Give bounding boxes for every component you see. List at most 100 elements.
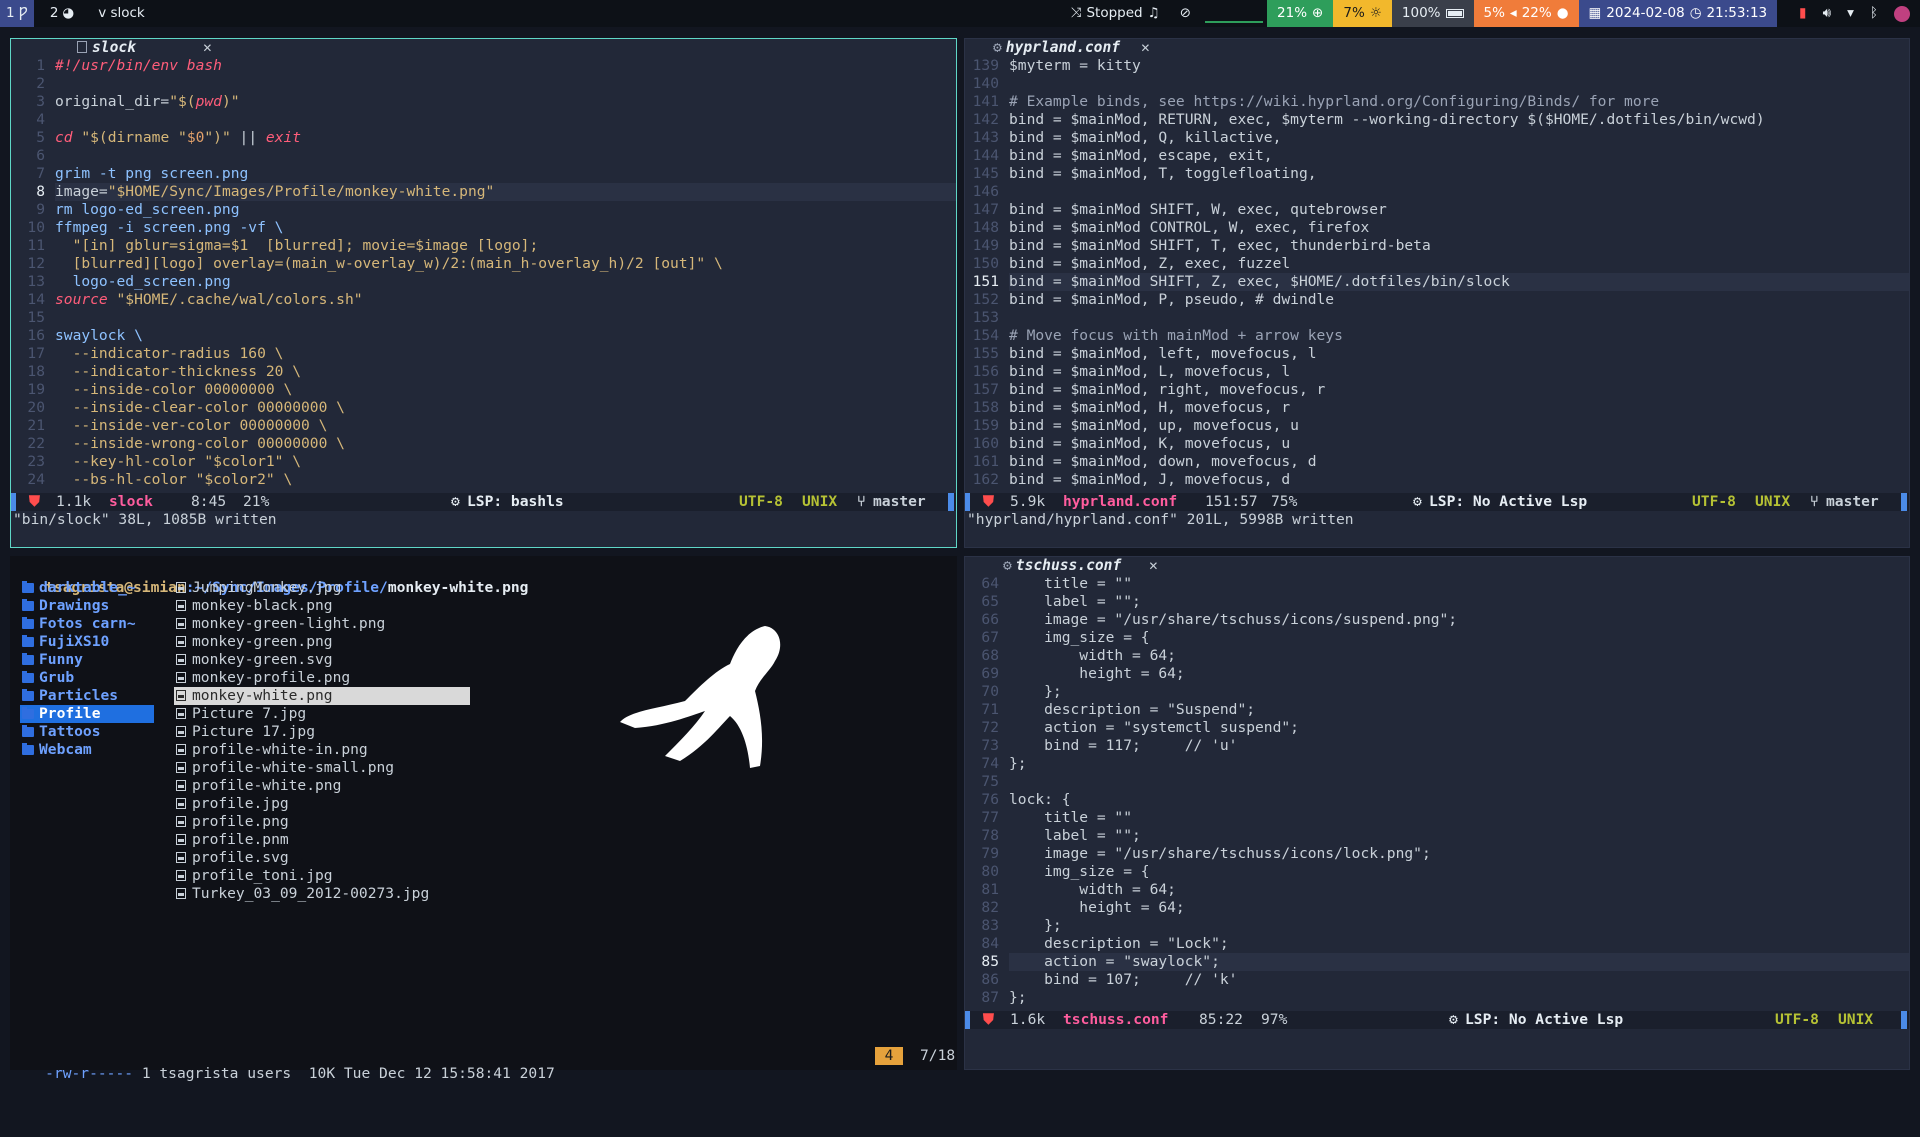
code-token: "$(dirname " <box>72 129 187 146</box>
file-manager-window[interactable]: tsagrista@simian:~/Sync/Images/Profile/m… <box>10 556 957 1082</box>
volume-module[interactable]: 5% ◂ 22% ● <box>1473 0 1579 27</box>
status-right-marker <box>1901 1011 1907 1029</box>
line-text: lock: { <box>1009 791 1909 809</box>
workspace-2-button[interactable]: 2 ◕ <box>44 0 80 27</box>
file-item[interactable]: Picture 17.jpg <box>174 723 470 741</box>
file-item[interactable]: profile-white.png <box>174 777 470 795</box>
app-tray-icon[interactable] <box>1894 5 1910 22</box>
code-area[interactable]: 139 $myterm = kitty 140 141 # Example binds,… <box>965 57 1909 489</box>
code-token: || <box>239 129 266 146</box>
image-file-icon <box>176 852 186 863</box>
file-item[interactable]: monkey-green.png <box>174 633 470 651</box>
status-position: 85:22 <box>1199 1011 1243 1028</box>
code-token: ")" <box>204 129 240 146</box>
directory-item[interactable]: Profile <box>20 705 154 723</box>
file-item[interactable]: profile.pnm <box>174 831 470 849</box>
line-number: 154 <box>972 327 999 344</box>
editor-window-slock[interactable]: slock ✕ 1 #!/usr/bin/env bash 2 3 original_d… <box>10 38 957 548</box>
speaker-volume-icon[interactable]: 🔊︎ <box>1823 0 1832 27</box>
editor-window-hyprland[interactable]: ⚙ hyprland.conf ✕ 139 $myterm = kitty 140 14… <box>964 38 1910 548</box>
directory-item[interactable]: Drawings <box>20 597 154 615</box>
status-line: ⛊ 1.6k tschuss.conf 85:22 97% ⚙ LSP: No … <box>965 1011 1909 1029</box>
file-item[interactable]: profile.svg <box>174 849 470 867</box>
close-icon[interactable]: ✕ <box>203 39 212 57</box>
line-number: 17 <box>27 345 45 362</box>
thermometer-icon[interactable]: ▮ <box>1799 0 1806 27</box>
code-line: 3 original_dir="$(pwd)" <box>11 93 956 111</box>
code-token: action = "swaylock"; <box>1009 953 1220 970</box>
wifi-icon[interactable]: ▾ <box>1847 0 1854 27</box>
code-token: bind = $mainMod, K, movefocus, u <box>1009 435 1291 452</box>
close-icon[interactable]: ✕ <box>1149 557 1158 575</box>
directory-item[interactable]: Fotos carn~ <box>20 615 154 633</box>
cpu-graph <box>1201 0 1267 27</box>
line-text: width = 64; <box>1009 881 1909 899</box>
line-number: 11 <box>27 237 45 254</box>
media-status-text: Stopped <box>1086 5 1143 21</box>
gear-icon: ⚙ <box>993 39 1002 56</box>
code-token: bind = $mainMod, T, togglefloating, <box>1009 165 1317 182</box>
cpu-value: 21% <box>1277 5 1308 21</box>
line-number: 85 <box>981 953 999 970</box>
directory-item[interactable]: FujiXS10 <box>20 633 154 651</box>
file-item[interactable]: monkey-white.png <box>174 687 470 705</box>
line-text: bind = $mainMod, J, movefocus, d <box>1009 471 1909 489</box>
code-token: bind = $mainMod, right, movefocus, r <box>1009 381 1326 398</box>
file-item[interactable]: monkey-black.png <box>174 597 470 615</box>
directory-item[interactable]: Tattoos <box>20 723 154 741</box>
file-item[interactable]: profile.jpg <box>174 795 470 813</box>
directory-label: FujiXS10 <box>39 633 110 650</box>
code-token: --bs-hl-color "$color2" \ <box>55 471 293 488</box>
code-token: image = "/usr/share/tschuss/icons/lock.p… <box>1009 845 1431 862</box>
line-number: 75 <box>981 773 999 790</box>
directory-item[interactable]: darktable_~ <box>20 579 154 597</box>
file-item[interactable]: profile_toni.jpg <box>174 867 470 885</box>
tab-tschuss-conf[interactable]: ⚙ tschuss.conf ✕ <box>999 557 1179 575</box>
file-item[interactable]: profile-white-small.png <box>174 759 470 777</box>
line-number: 22 <box>27 435 45 452</box>
editor-window-tschuss[interactable]: ⚙ tschuss.conf ✕ 64 title = "" 65 label = … <box>964 556 1910 1070</box>
bluetooth-icon[interactable]: ᛒ <box>1870 0 1878 27</box>
line-text: label = ""; <box>1009 827 1909 845</box>
file-item[interactable]: Picture 7.jpg <box>174 705 470 723</box>
file-label: monkey-black.png <box>192 597 333 614</box>
idle-inhibitor-module[interactable]: ⊘ <box>1170 0 1201 27</box>
workspace-1-button[interactable]: 1 Ƿ <box>0 0 34 27</box>
line-text: }; <box>1009 755 1909 773</box>
clock-module[interactable]: ▦ 2024-02-08 ◷ 21:53:13 <box>1578 0 1778 27</box>
gear-icon: ⚙ <box>451 493 460 510</box>
tab-hyprland-conf[interactable]: ⚙ hyprland.conf ✕ <box>989 39 1189 57</box>
status-encoding: UTF-8 <box>739 493 783 510</box>
code-area[interactable]: 1 #!/usr/bin/env bash 2 3 original_dir="$(pw… <box>11 57 956 489</box>
directory-item[interactable]: Grub <box>20 669 154 687</box>
close-icon[interactable]: ✕ <box>1141 39 1150 57</box>
tab-slock[interactable]: slock ✕ <box>73 39 223 57</box>
file-item[interactable]: monkey-green.svg <box>174 651 470 669</box>
code-token: label = ""; <box>1009 827 1141 844</box>
code-token: "$HOME/Sync/Images/Profile/monkey-white.… <box>107 183 495 200</box>
code-token: grim -t png screen.png <box>55 165 249 182</box>
volume-value: 5% <box>1483 5 1505 21</box>
cpu-module[interactable]: 21% ⊕ <box>1267 0 1334 27</box>
file-item[interactable]: Turkey_03_09_2012-00273.jpg <box>174 885 470 903</box>
file-item[interactable]: monkey-green-light.png <box>174 615 470 633</box>
directory-item[interactable]: Funny <box>20 651 154 669</box>
line-text <box>1009 75 1909 93</box>
line-number: 151 <box>972 273 999 290</box>
media-player-module[interactable]: ⤨ Stopped ♫ <box>1061 0 1170 27</box>
directory-label: Drawings <box>39 597 110 614</box>
file-label: Picture 17.jpg <box>192 723 316 740</box>
directory-item[interactable]: Particles <box>20 687 154 705</box>
line-number: 143 <box>972 129 999 146</box>
directory-item[interactable]: Webcam <box>20 741 154 759</box>
code-token: )" <box>221 93 240 110</box>
temperature-module[interactable]: 7% ☼ <box>1333 0 1392 27</box>
code-area[interactable]: 64 title = "" 65 label = ""; 66 image = "/… <box>965 575 1909 1007</box>
code-line: 66 image = "/usr/share/tschuss/icons/sus… <box>965 611 1909 629</box>
file-item[interactable]: JumpingMonkey.jpg <box>174 579 470 597</box>
line-text: $myterm = kitty <box>1009 57 1909 75</box>
file-item[interactable]: profile-white-in.png <box>174 741 470 759</box>
file-item[interactable]: profile.png <box>174 813 470 831</box>
battery-module[interactable]: 100% <box>1391 0 1474 27</box>
file-item[interactable]: monkey-profile.png <box>174 669 470 687</box>
